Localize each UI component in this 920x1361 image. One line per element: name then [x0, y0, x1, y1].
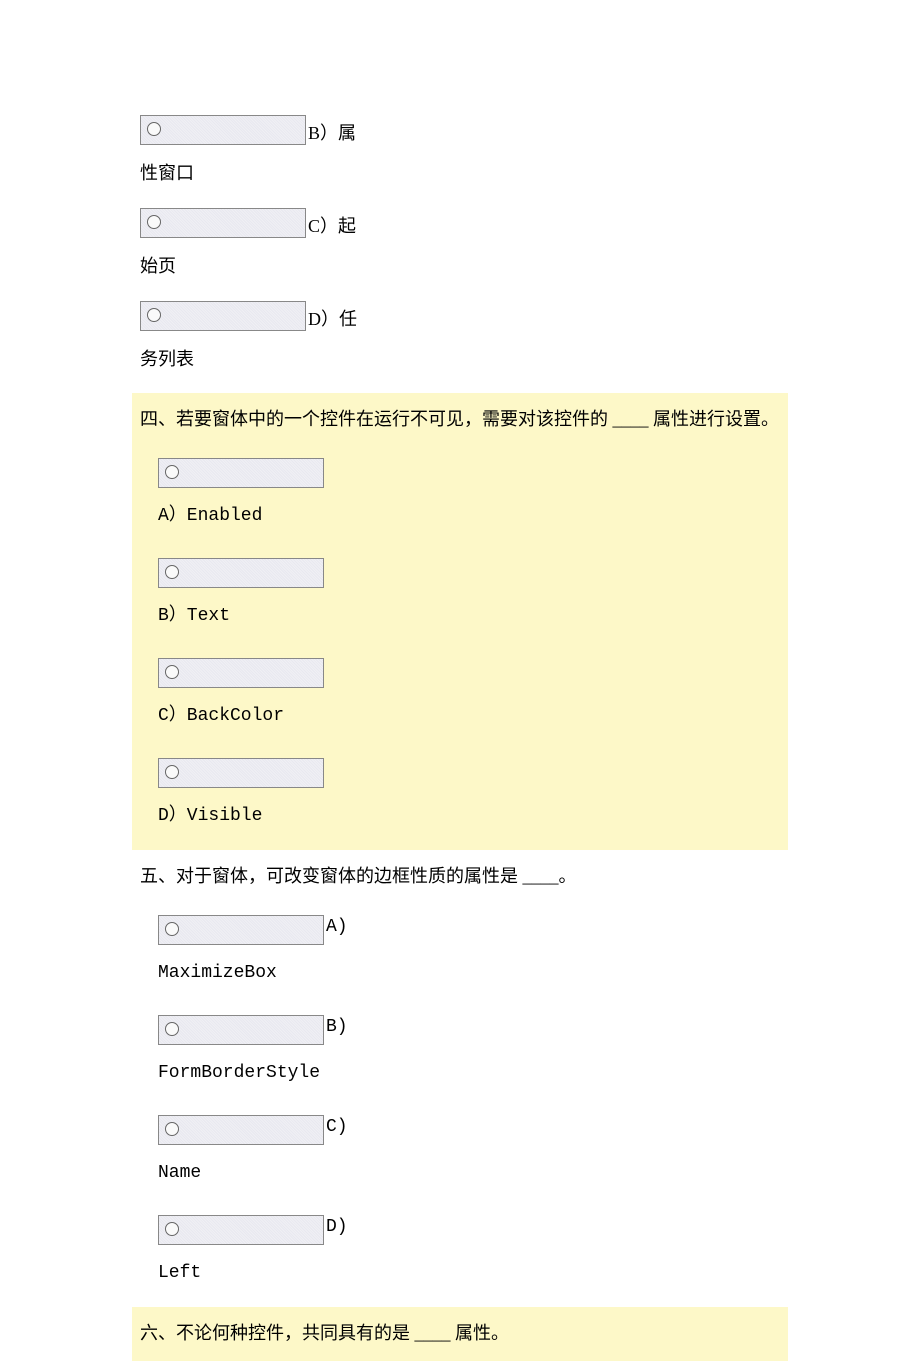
option-text: Left	[158, 1255, 780, 1291]
page: B）属 性窗口 C）起 始页 D）任 务列表 四、若要窗体中的一个控件在运行不可…	[0, 0, 920, 1361]
radio-dot-icon	[165, 665, 179, 679]
radio-input[interactable]	[140, 115, 306, 145]
q3-option-d-row: D）任 务列表	[140, 301, 780, 374]
q5-option-b: B) FormBorderStyle	[158, 1009, 780, 1091]
radio-dot-icon	[165, 1222, 179, 1236]
radio-input[interactable]	[158, 915, 324, 945]
q4-option-a: A）Enabled	[158, 452, 780, 534]
radio-dot-icon	[165, 765, 179, 779]
question-stem: 六、不论何种控件，共同具有的是 ____ 属性。	[140, 1315, 780, 1351]
option-text-part1: 起	[338, 216, 356, 236]
radio-input[interactable]	[158, 758, 324, 788]
option-text: Name	[158, 1155, 780, 1191]
option-letter: B)	[326, 1017, 348, 1037]
radio-input[interactable]	[158, 1115, 324, 1145]
option-text: MaximizeBox	[158, 955, 780, 991]
q3-option-c-row: C）起 始页	[140, 208, 780, 281]
option-label: D）Visible	[158, 798, 780, 834]
question-5: 五、对于窗体，可改变窗体的边框性质的属性是 ____。 A) MaximizeB…	[140, 850, 780, 1307]
radio-dot-icon	[165, 1022, 179, 1036]
radio-dot-icon	[147, 215, 161, 229]
option-label: C）BackColor	[158, 698, 780, 734]
q4-option-d: D）Visible	[158, 752, 780, 834]
option-letter: D)	[326, 1217, 348, 1237]
option-text-part1: 属	[338, 123, 356, 143]
option-label: B）Text	[158, 598, 780, 634]
radio-input[interactable]	[158, 658, 324, 688]
q3-option-b-row: B）属 性窗口	[140, 115, 780, 188]
q4-options: A）Enabled B）Text C）BackColor D）Visible	[158, 452, 780, 834]
option-letter: B）	[308, 123, 338, 143]
question-6: 六、不论何种控件，共同具有的是 ____ 属性。	[132, 1307, 788, 1361]
radio-dot-icon	[165, 565, 179, 579]
option-text-part1: 任	[339, 309, 357, 329]
radio-input[interactable]	[158, 458, 324, 488]
radio-input[interactable]	[158, 558, 324, 588]
option-text-wrap: 务列表	[140, 345, 780, 374]
q5-options: A) MaximizeBox B) FormBorderStyle C) Nam…	[158, 909, 780, 1291]
option-text-wrap: 始页	[140, 252, 780, 281]
content-area: B）属 性窗口 C）起 始页 D）任 务列表 四、若要窗体中的一个控件在运行不可…	[140, 115, 780, 1361]
question-stem: 五、对于窗体，可改变窗体的边框性质的属性是 ____。	[140, 858, 780, 894]
radio-dot-icon	[165, 465, 179, 479]
radio-input[interactable]	[158, 1215, 324, 1245]
question-stem: 四、若要窗体中的一个控件在运行不可见，需要对该控件的 ____ 属性进行设置。	[140, 401, 780, 437]
option-letter: A)	[326, 917, 348, 937]
option-letter: D）	[308, 309, 339, 329]
q5-option-a: A) MaximizeBox	[158, 909, 780, 991]
option-label: A）Enabled	[158, 498, 780, 534]
radio-input[interactable]	[140, 208, 306, 238]
radio-dot-icon	[147, 122, 161, 136]
q5-option-d: D) Left	[158, 1209, 780, 1291]
option-letter: C)	[326, 1117, 348, 1137]
option-text-wrap: 性窗口	[140, 159, 780, 188]
question-4: 四、若要窗体中的一个控件在运行不可见，需要对该控件的 ____ 属性进行设置。 …	[132, 393, 788, 850]
q4-option-c: C）BackColor	[158, 652, 780, 734]
radio-input[interactable]	[158, 1015, 324, 1045]
radio-dot-icon	[165, 1122, 179, 1136]
option-text: FormBorderStyle	[158, 1055, 780, 1091]
q5-option-c: C) Name	[158, 1109, 780, 1191]
radio-dot-icon	[147, 308, 161, 322]
option-letter: C）	[308, 216, 338, 236]
radio-dot-icon	[165, 922, 179, 936]
radio-input[interactable]	[140, 301, 306, 331]
q4-option-b: B）Text	[158, 552, 780, 634]
